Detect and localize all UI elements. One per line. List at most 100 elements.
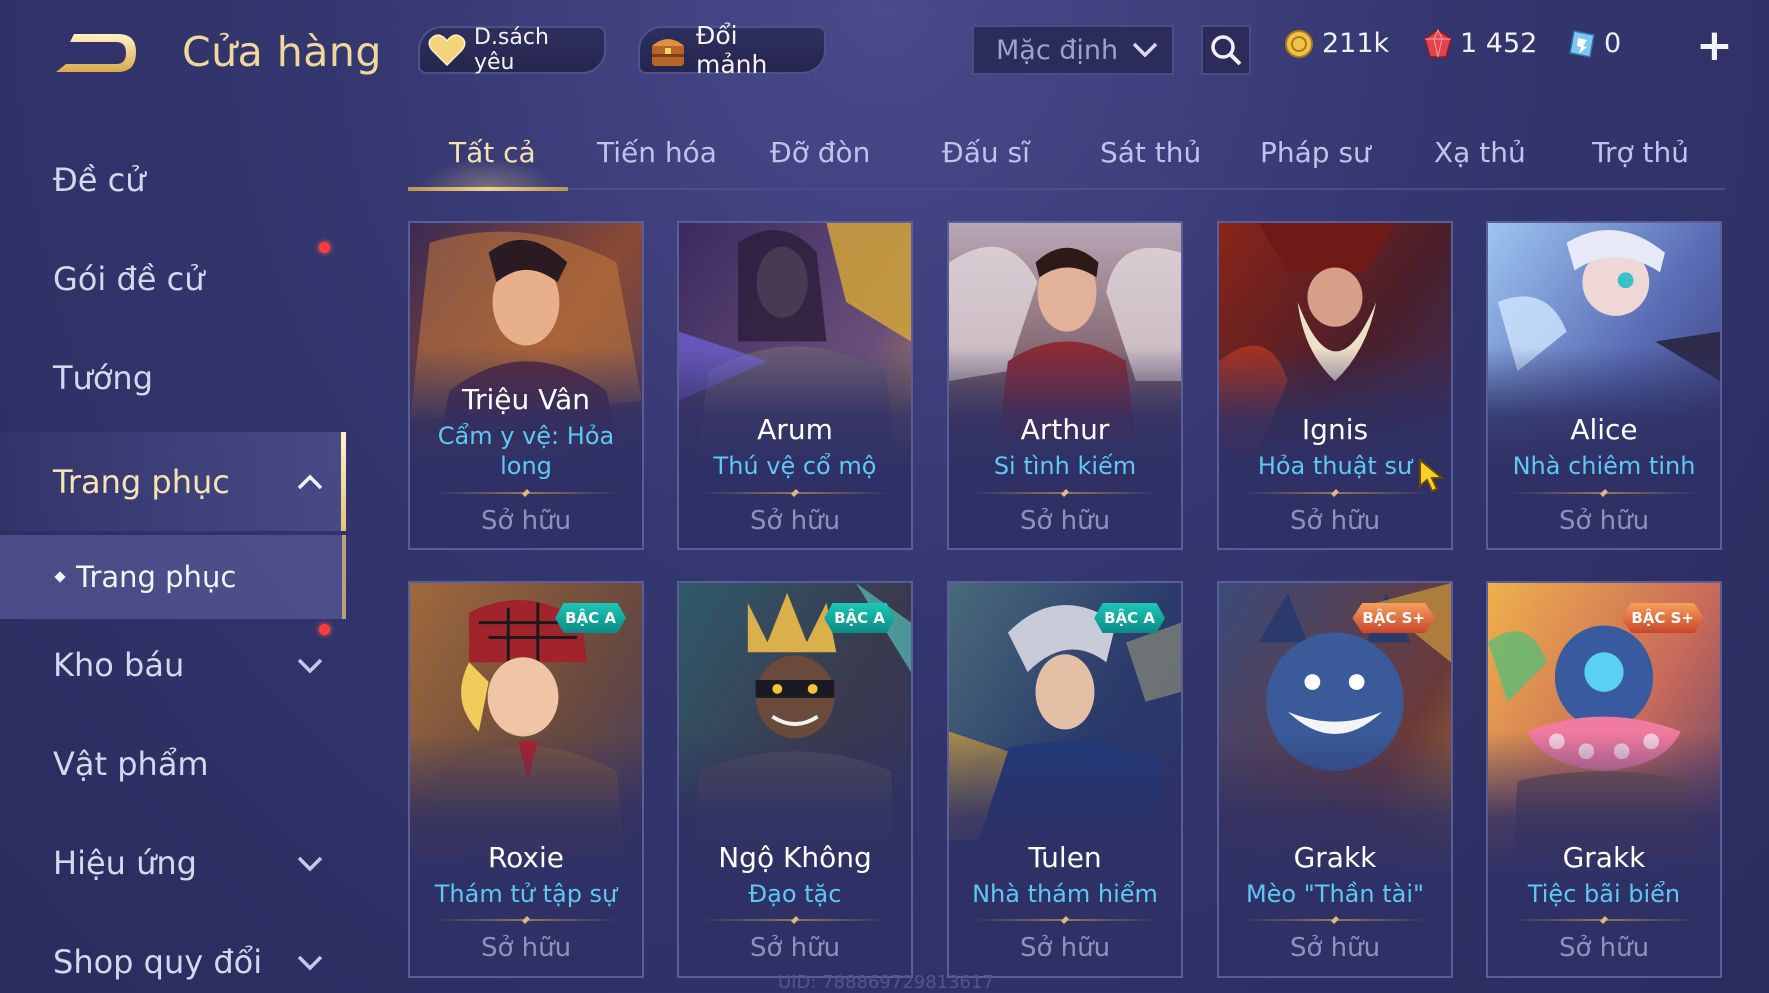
ownership-status: Sở hữu xyxy=(480,506,572,536)
chevron-down-icon xyxy=(297,955,323,971)
sort-value: Mặc định xyxy=(996,34,1119,66)
card-divider xyxy=(971,919,1159,921)
tab-all[interactable]: Tất cả xyxy=(449,136,536,169)
card-divider xyxy=(1241,492,1429,494)
tab-evolution[interactable]: Tiến hóa xyxy=(597,136,717,169)
sidebar-item-items[interactable]: Vật phẩm xyxy=(0,714,346,813)
wishlist-label: D.sách yêu xyxy=(474,25,549,75)
shard-exchange-button[interactable]: Đổi mảnh xyxy=(638,21,826,79)
skin-card[interactable]: Arthur Si tình kiếm Sở hữu xyxy=(947,221,1183,550)
ownership-status: Sở hữu xyxy=(480,933,572,963)
wishlist-button[interactable]: D.sách yêu xyxy=(418,25,606,75)
sort-dropdown[interactable]: Mặc định xyxy=(972,25,1174,75)
tab-support[interactable]: Trợ thủ xyxy=(1592,136,1689,169)
gold-amount: 211k xyxy=(1322,28,1390,59)
hero-name: Roxie xyxy=(487,841,565,874)
hero-name: Arthur xyxy=(1020,413,1110,446)
sidebar-item-recommended[interactable]: Đề cử xyxy=(0,130,346,229)
sidebar-item-skins[interactable]: Trang phục xyxy=(0,432,346,531)
skin-name: Thú vệ cổ mộ xyxy=(713,452,877,480)
skin-card[interactable]: BẬC A Tulen Nhà thám hiểm Sở hữu xyxy=(947,581,1183,978)
sidebar-item-label: Hiệu ứng xyxy=(53,843,197,882)
tab-marksman[interactable]: Xạ thủ xyxy=(1434,136,1526,169)
ownership-status: Sở hữu xyxy=(1289,933,1381,963)
skin-card[interactable]: Arum Thú vệ cổ mộ Sở hữu xyxy=(677,221,913,550)
chevron-down-icon xyxy=(297,856,323,872)
hero-name: Arum xyxy=(757,413,833,446)
skin-name: Mèo "Thần tài" xyxy=(1245,880,1425,908)
skin-name: Tiệc bãi biển xyxy=(1527,880,1681,908)
skin-card[interactable]: Ignis Hỏa thuật sư Sở hữu xyxy=(1217,221,1453,550)
card-divider xyxy=(1510,492,1698,494)
skin-card[interactable]: BẬC S+ Grakk Tiệc bãi biển Sở hữu xyxy=(1486,581,1722,978)
sidebar-subitem-skins[interactable]: Trang phục xyxy=(0,535,346,619)
sidebar: Đề cử Gói đề cử Tướng Trang phục Trang p… xyxy=(0,130,346,993)
hero-name: Grakk xyxy=(1562,841,1646,874)
search-icon xyxy=(1211,35,1242,66)
sidebar-item-heroes[interactable]: Tướng xyxy=(0,328,346,427)
cursor-icon xyxy=(1419,458,1445,493)
sidebar-item-label: Trang phục xyxy=(53,462,230,501)
card-divider xyxy=(1510,919,1698,921)
gold-coin-icon xyxy=(1285,29,1313,58)
tier-badge: BẬC S+ xyxy=(1352,603,1435,633)
shard-exchange-label: Đổi mảnh xyxy=(696,21,768,79)
tab-fighter[interactable]: Đấu sĩ xyxy=(942,136,1030,169)
skin-name: Thám tử tập sự xyxy=(434,880,618,908)
hero-name: Alice xyxy=(1570,413,1638,446)
skin-name: Si tình kiếm xyxy=(993,452,1137,480)
sidebar-item-label: Vật phẩm xyxy=(53,744,209,783)
tab-tank[interactable]: Đỡ đòn xyxy=(770,136,870,169)
skin-card[interactable]: BẬC A Ngộ Không Đạo tặc Sở hữu xyxy=(677,581,913,978)
search-button[interactable] xyxy=(1201,25,1251,75)
sidebar-item-label: Tướng xyxy=(53,358,153,397)
hero-name: Grakk xyxy=(1293,841,1377,874)
card-divider xyxy=(1241,919,1429,921)
skin-card[interactable]: Alice Nhà chiêm tinh Sở hữu xyxy=(1486,221,1722,550)
skin-card[interactable]: BẬC A Roxie Thám tử tập sự Sở hữu xyxy=(408,581,644,978)
ownership-status: Sở hữu xyxy=(749,933,841,963)
role-tabs: Tất cả Tiến hóa Đỡ đòn Đấu sĩ Sát thủ Ph… xyxy=(408,130,1725,191)
ownership-status: Sở hữu xyxy=(749,506,841,536)
tab-assassin[interactable]: Sát thủ xyxy=(1100,136,1201,169)
add-currency-button[interactable]: + xyxy=(1696,24,1733,68)
sidebar-item-label: Gói đề cử xyxy=(53,259,205,298)
skin-name: Đạo tặc xyxy=(748,880,842,908)
sidebar-item-bundles[interactable]: Gói đề cử xyxy=(0,229,346,328)
coupon-balance: 0 xyxy=(1568,28,1621,59)
skin-name: Cẩm y vệ: Hỏa long xyxy=(437,422,615,480)
sidebar-item-treasure[interactable]: Kho báu xyxy=(0,615,346,714)
sidebar-item-effects[interactable]: Hiệu ứng xyxy=(0,813,346,912)
sidebar-subitem-label: Trang phục xyxy=(76,560,237,594)
tier-badge: BẬC A xyxy=(1094,603,1165,633)
sidebar-item-exchange-shop[interactable]: Shop quy đổi xyxy=(0,912,346,993)
skin-card[interactable]: Triệu Vân Cẩm y vệ: Hỏa long Sở hữu xyxy=(408,221,644,550)
tier-badge: BẬC A xyxy=(555,603,626,633)
hero-name: Ignis xyxy=(1301,413,1369,446)
hero-name: Tulen xyxy=(1028,841,1102,874)
heart-icon xyxy=(428,30,466,70)
user-id-watermark: UID: 788869729813617 xyxy=(778,972,994,993)
notification-dot xyxy=(319,242,330,253)
page-title: Cửa hàng xyxy=(182,28,382,76)
card-divider xyxy=(701,919,889,921)
sidebar-item-label: Shop quy đổi xyxy=(53,942,263,981)
skin-card[interactable]: BẬC S+ Grakk Mèo "Thần tài" Sở hữu xyxy=(1217,581,1453,978)
chevron-down-icon xyxy=(297,658,323,674)
bullet-icon xyxy=(54,571,66,583)
treasure-chest-icon xyxy=(648,30,688,70)
tier-badge: BẬC S+ xyxy=(1621,603,1704,633)
tab-mage[interactable]: Pháp sư xyxy=(1260,136,1371,169)
card-divider xyxy=(971,492,1159,494)
back-button[interactable] xyxy=(52,28,144,80)
hero-name: Ngộ Không xyxy=(718,841,872,874)
gem-amount: 1 452 xyxy=(1460,28,1538,59)
ownership-status: Sở hữu xyxy=(1558,933,1650,963)
skin-name: Hỏa thuật sư xyxy=(1257,452,1413,480)
hero-name: Triệu Vân xyxy=(461,383,591,416)
coupon-icon xyxy=(1569,29,1595,58)
card-divider xyxy=(701,492,889,494)
skin-name: Nhà thám hiểm xyxy=(972,880,1158,908)
ownership-status: Sở hữu xyxy=(1019,506,1111,536)
gold-balance: 211k xyxy=(1284,28,1389,59)
